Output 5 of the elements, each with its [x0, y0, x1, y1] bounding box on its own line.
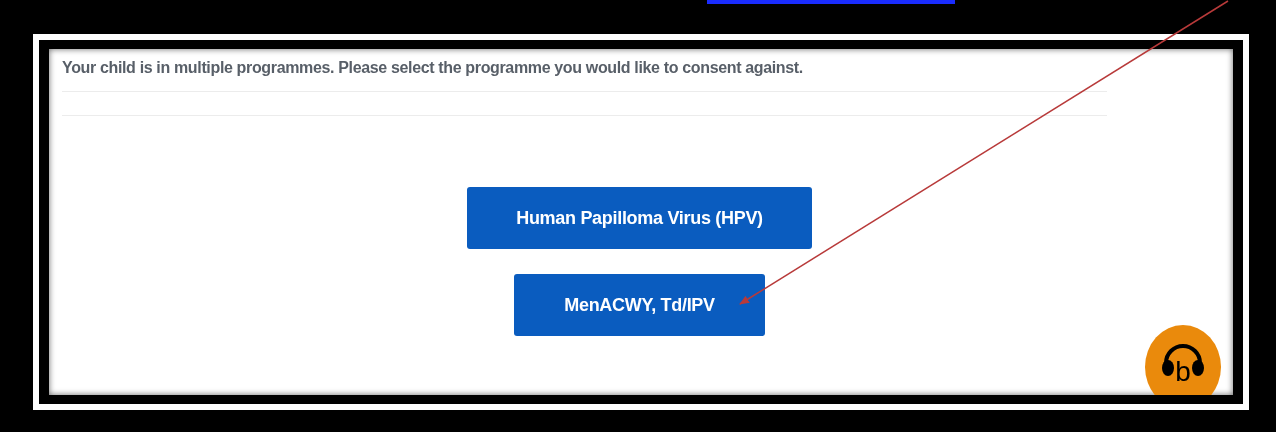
programme-button[interactable]: Human Papilloma Virus (HPV): [467, 187, 812, 249]
audio-button[interactable]: b: [1145, 325, 1221, 395]
logo-letter: b: [1175, 358, 1191, 386]
programme-button[interactable]: MenACWY, Td/IPV: [514, 274, 765, 336]
instruction-text: Your child is in multiple programmes. Please select the programme you would like to consent against.: [62, 59, 1107, 92]
